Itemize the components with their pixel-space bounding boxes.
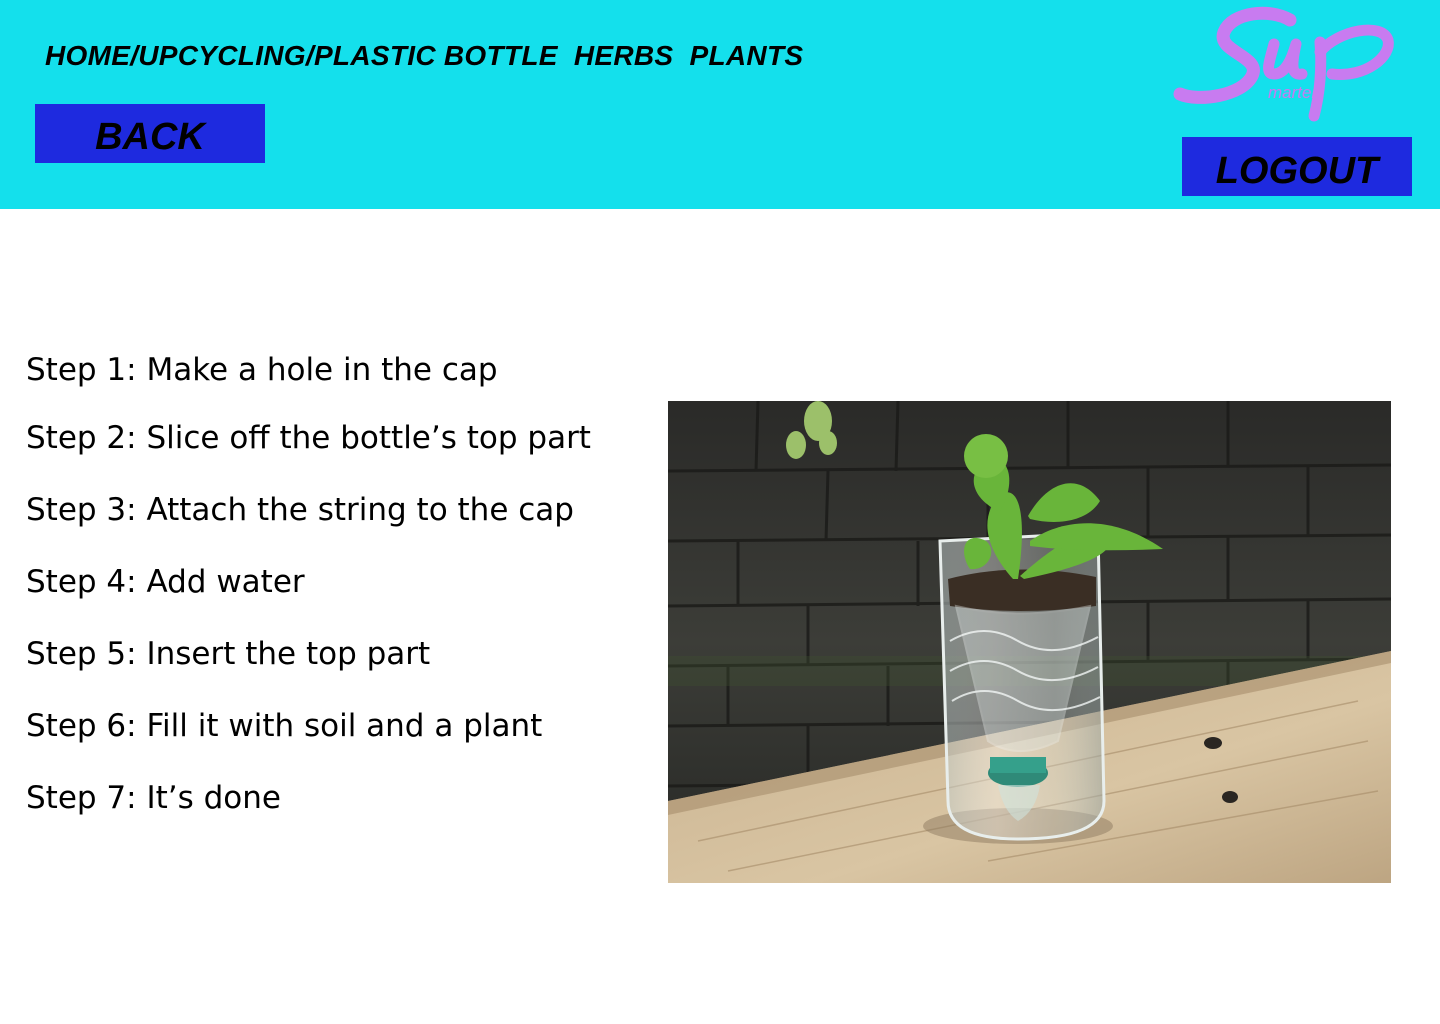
smarten-logo: marten: [1170, 4, 1415, 124]
breadcrumb: HOME/UPCYCLING/PLASTIC BOTTLE HERBS PLAN…: [45, 40, 804, 71]
bottle-planter-photo: [668, 401, 1391, 883]
step-item: Step 3: Attach the string to the cap: [26, 492, 574, 528]
step-item: Step 1: Make a hole in the cap: [26, 352, 498, 388]
plastic-bottle-planter-photo-icon: [668, 401, 1391, 883]
step-item: Step 5: Insert the top part: [26, 636, 431, 672]
header-bar: HOME/UPCYCLING/PLASTIC BOTTLE HERBS PLAN…: [0, 0, 1440, 209]
step-item: Step 2: Slice off the bottle’s top part: [26, 420, 591, 456]
back-button[interactable]: BACK: [35, 104, 265, 163]
step-item: Step 6: Fill it with soil and a plant: [26, 708, 543, 744]
smarten-logo-icon: marten: [1173, 6, 1394, 122]
step-item: Step 7: It’s done: [26, 780, 281, 816]
step-item: Step 4: Add water: [26, 564, 305, 600]
logo-text: marten: [1268, 83, 1321, 102]
page: HOME/UPCYCLING/PLASTIC BOTTLE HERBS PLAN…: [0, 0, 1440, 1024]
logout-button[interactable]: LOGOUT: [1182, 137, 1412, 196]
